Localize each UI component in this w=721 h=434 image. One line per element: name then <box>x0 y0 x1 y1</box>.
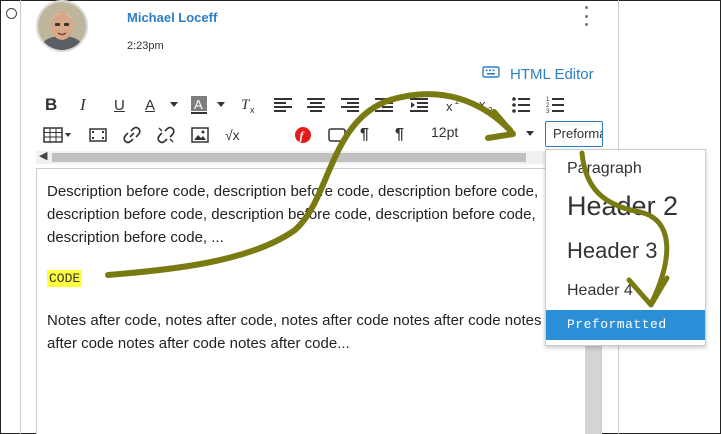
svg-text:3: 3 <box>546 109 550 114</box>
align-left-icon[interactable] <box>274 94 292 116</box>
background-color-icon[interactable]: A <box>190 94 208 116</box>
numbered-list-icon[interactable]: 123 <box>546 94 564 116</box>
math-equation-icon[interactable]: √x <box>225 124 240 146</box>
description-paragraph: Description before code, description bef… <box>47 183 539 246</box>
svg-text:x: x <box>479 97 486 112</box>
scrollbar-thumb[interactable] <box>52 153 526 162</box>
toolbar-horizontal-scrollbar[interactable]: ◀ <box>36 149 602 164</box>
flash-icon[interactable]: f <box>294 124 312 146</box>
ltr-icon[interactable]: ¶ <box>360 124 369 146</box>
dropdown-item-preformatted[interactable]: Preformatted <box>546 310 705 340</box>
avatar[interactable] <box>36 0 88 52</box>
notes-paragraph: Notes after code, notes after code, note… <box>47 312 542 352</box>
author-name[interactable]: Michael Loceff <box>127 10 217 25</box>
outdent-icon[interactable] <box>375 94 393 116</box>
bold-icon[interactable]: B <box>45 94 57 116</box>
code-block: CODE <box>47 270 83 287</box>
more-options-icon[interactable] <box>582 6 590 26</box>
clear-formatting-icon[interactable]: Tx <box>240 94 258 116</box>
font-size-dropdown-icon[interactable] <box>526 131 534 136</box>
svg-text:x: x <box>250 105 255 114</box>
svg-text:A: A <box>194 97 203 112</box>
text-color-dropdown-icon[interactable] <box>170 94 178 116</box>
dropdown-item-paragraph[interactable]: Paragraph <box>546 158 705 180</box>
media-icon[interactable] <box>89 124 107 146</box>
post-time: 2:23pm <box>127 40 164 52</box>
table-icon[interactable] <box>43 124 71 146</box>
link-icon[interactable] <box>123 124 141 146</box>
text-color-icon[interactable]: A <box>145 94 155 116</box>
italic-icon[interactable]: I <box>80 94 86 116</box>
scroll-left-icon[interactable]: ◀ <box>39 149 47 162</box>
unlink-icon[interactable] <box>157 124 175 146</box>
subscript-icon[interactable]: x2 <box>478 94 496 116</box>
underline-icon[interactable]: U <box>114 94 125 116</box>
dropdown-item-header-2[interactable]: Header 2 <box>546 188 705 224</box>
svg-text:2: 2 <box>488 106 493 114</box>
radio-button[interactable] <box>6 8 17 19</box>
format-select[interactable]: Preformatted <box>545 121 603 147</box>
dropdown-item-header-3[interactable]: Header 3 <box>546 236 705 266</box>
html-editor-label: HTML Editor <box>510 65 594 83</box>
dropdown-item-header-4[interactable]: Header 4 <box>546 280 705 302</box>
indent-icon[interactable] <box>410 94 428 116</box>
thread-left-border <box>20 0 21 434</box>
font-size-select[interactable]: 12pt <box>431 124 458 140</box>
embed-icon[interactable] <box>328 124 346 146</box>
svg-text:x: x <box>446 99 453 114</box>
superscript-icon[interactable]: x2 <box>445 94 463 116</box>
svg-text:2: 2 <box>455 97 460 106</box>
rtl-icon[interactable]: ¶ <box>395 124 404 146</box>
align-right-icon[interactable] <box>341 94 359 116</box>
background-color-dropdown-icon[interactable] <box>217 94 225 116</box>
align-center-icon[interactable] <box>307 94 325 116</box>
keyboard-icon <box>482 65 500 83</box>
image-icon[interactable] <box>191 124 209 146</box>
avatar-photo <box>38 2 86 50</box>
html-editor-toggle[interactable]: HTML Editor <box>482 65 594 83</box>
bullet-list-icon[interactable] <box>512 94 530 116</box>
format-dropdown-menu: Paragraph Header 2 Header 3 Header 4 Pre… <box>545 149 706 346</box>
